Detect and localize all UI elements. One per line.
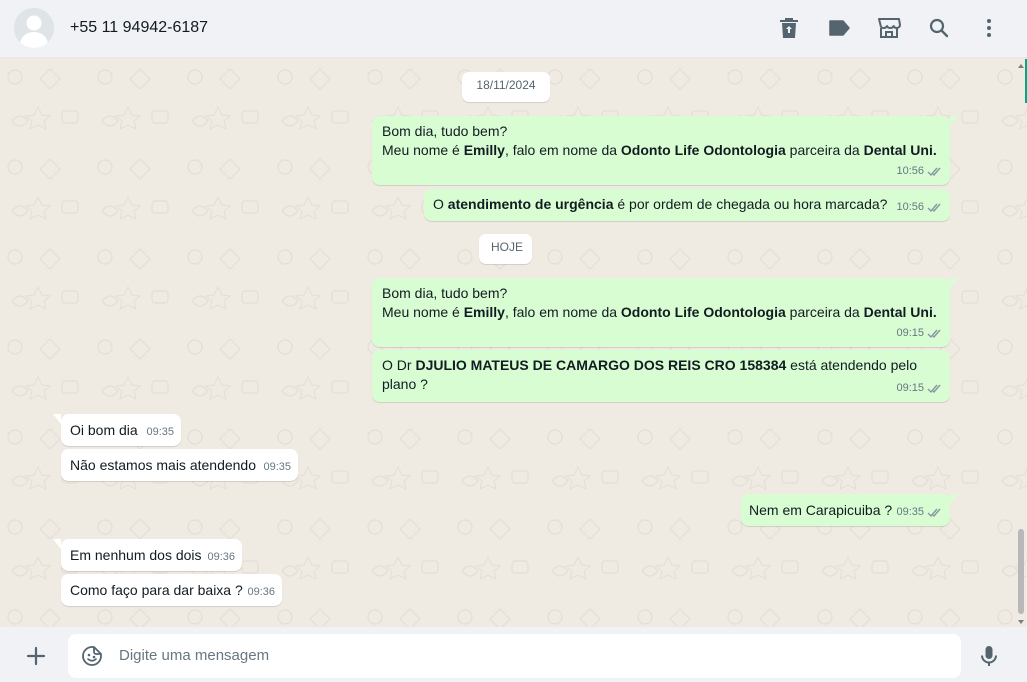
store-icon[interactable] [876, 15, 902, 41]
message-text: Nem em Carapicuiba ? [749, 502, 893, 518]
message-text: Oi bom dia [70, 422, 138, 438]
scroll-down-icon[interactable] [1017, 618, 1025, 626]
message-meta: 09:35 [896, 503, 943, 522]
message-time: 09:35 [146, 426, 174, 438]
date-separator: HOJE [479, 234, 532, 264]
delete-icon[interactable] [776, 15, 802, 41]
message-time: 09:35 [896, 506, 924, 518]
message-text: Bom dia, tudo bem? Meu nome é Emilly, fa… [382, 285, 937, 320]
chat-header: +55 11 94942-6187 [0, 0, 1027, 58]
date-separator: 18/11/2024 [462, 72, 550, 102]
read-ticks-icon [927, 203, 941, 213]
scroll-up-icon[interactable] [1017, 62, 1025, 70]
contact-avatar[interactable] [14, 8, 54, 48]
message-text: Bom dia, tudo bem? Meu nome é Emilly, fa… [382, 123, 937, 158]
compose-bar [0, 627, 1027, 682]
outgoing-message[interactable]: O atendimento de urgência é por ordem de… [424, 189, 950, 221]
message-input[interactable] [119, 647, 939, 664]
default-avatar-icon [14, 8, 54, 48]
bubble-tail [950, 278, 958, 288]
message-time: 09:15 [896, 382, 924, 394]
label-icon[interactable] [826, 15, 852, 41]
outgoing-message[interactable]: Bom dia, tudo bem? Meu nome é Emilly, fa… [372, 116, 958, 185]
microphone-icon[interactable] [977, 644, 1001, 668]
message-time: 10:56 [896, 165, 924, 177]
incoming-message[interactable]: Em nenhum dos dois 09:36 [53, 539, 242, 571]
message-time: 10:56 [896, 201, 924, 213]
message-meta: 09:15 [896, 379, 943, 398]
message-time: 09:15 [896, 327, 924, 339]
message-meta: 09:35 [263, 458, 291, 477]
incoming-message[interactable]: Oi bom dia 09:35 [53, 414, 181, 446]
message-text: Não estamos mais atendendo [70, 457, 256, 473]
message-text: O Dr DJULIO MATEUS DE CAMARGO DOS REIS C… [382, 357, 918, 392]
bubble-tail [53, 414, 61, 424]
message-meta: 09:36 [247, 583, 275, 602]
message-time: 09:36 [207, 551, 235, 563]
bubble-tail [950, 116, 958, 126]
message-text: O atendimento de urgência é por ordem de… [433, 196, 888, 212]
message-input-container[interactable] [68, 634, 961, 678]
contact-name[interactable]: +55 11 94942-6187 [70, 19, 208, 37]
sticker-icon[interactable] [81, 645, 103, 667]
incoming-message[interactable]: Como faço para dar baixa ? 09:36 [61, 574, 282, 606]
message-meta: 10:56 [896, 198, 943, 217]
attach-plus-icon[interactable] [24, 644, 48, 668]
read-ticks-icon [927, 508, 941, 518]
message-text: Em nenhum dos dois [70, 547, 202, 563]
message-time: 09:35 [263, 461, 291, 473]
bubble-tail [53, 539, 61, 549]
message-list[interactable]: 18/11/2024 Bom dia, tudo bem? Meu nome é… [0, 59, 1027, 627]
outgoing-message[interactable]: Bom dia, tudo bem? Meu nome é Emilly, fa… [372, 278, 958, 347]
message-meta: 09:35 [146, 423, 174, 442]
read-ticks-icon [927, 384, 941, 394]
message-meta: 09:36 [207, 548, 235, 567]
bubble-tail [950, 494, 958, 504]
message-meta: 09:15 [896, 324, 943, 343]
outgoing-message[interactable]: Nem em Carapicuiba ? 09:35 [741, 494, 958, 526]
message-meta: 10:56 [896, 162, 943, 181]
message-time: 09:36 [247, 586, 275, 598]
read-ticks-icon [927, 167, 941, 177]
scrollbar-thumb[interactable] [1018, 529, 1024, 614]
read-ticks-icon [927, 329, 941, 339]
outgoing-message[interactable]: O Dr DJULIO MATEUS DE CAMARGO DOS REIS C… [372, 350, 950, 402]
menu-icon[interactable] [976, 15, 1002, 41]
search-icon[interactable] [926, 15, 952, 41]
message-text: Como faço para dar baixa ? [70, 582, 243, 598]
incoming-message[interactable]: Não estamos mais atendendo 09:35 [61, 449, 298, 481]
